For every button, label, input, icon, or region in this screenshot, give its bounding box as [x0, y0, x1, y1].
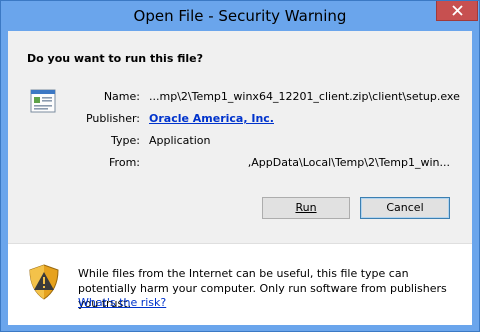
name-value: ...mp\2\Temp1_winx64_12201_client.zip\cl…	[149, 90, 460, 103]
publisher-label: Publisher:	[85, 112, 140, 125]
dialog-body: Do you want to run this file? Name: ...m…	[8, 31, 472, 325]
executable-file-icon	[30, 89, 56, 116]
whats-the-risk-link[interactable]: What's the risk?	[78, 296, 166, 309]
run-button[interactable]: Run	[262, 197, 350, 219]
close-icon	[452, 5, 463, 16]
from-label: From:	[109, 156, 140, 169]
run-button-label: Run	[295, 201, 317, 214]
warning-panel: While files from the Internet can be use…	[8, 243, 472, 325]
question-heading: Do you want to run this file?	[27, 52, 203, 65]
publisher-link[interactable]: Oracle America, Inc.	[149, 112, 274, 125]
window-title: Open File - Security Warning	[133, 7, 347, 25]
title-bar[interactable]: Open File - Security Warning	[1, 1, 479, 31]
from-value: ,AppData\Local\Temp\2\Temp1_win...	[247, 156, 450, 169]
close-button[interactable]	[436, 1, 478, 21]
dialog-window: Open File - Security Warning Do you want…	[0, 0, 480, 332]
type-label: Type:	[111, 134, 140, 147]
security-shield-icon	[27, 264, 61, 303]
cancel-button[interactable]: Cancel	[360, 197, 450, 219]
type-value: Application	[149, 134, 211, 147]
cancel-button-label: Cancel	[386, 201, 424, 214]
name-label: Name:	[103, 90, 140, 103]
